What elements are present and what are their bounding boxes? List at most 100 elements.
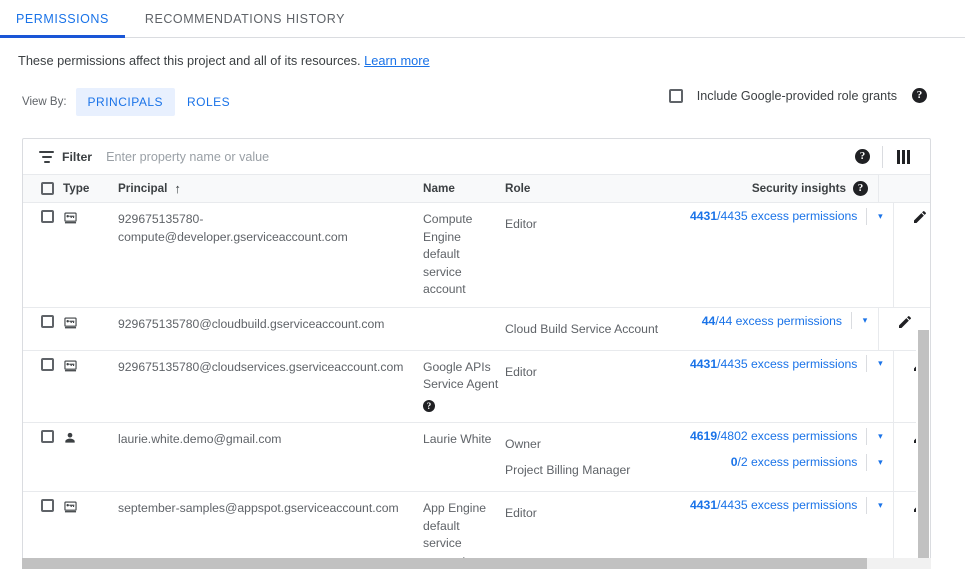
tab-bar: PERMISSIONS RECOMMENDATIONS HISTORY xyxy=(0,0,965,38)
principal-cell: 929675135780-compute@developer.gservicea… xyxy=(118,203,423,307)
security-insight-row: 4619/4802 excess permissions ▾ xyxy=(690,423,893,449)
excess-permissions-link[interactable]: 44/44 excess permissions xyxy=(702,314,842,328)
security-insight-row: 0/2 excess permissions ▾ xyxy=(690,449,893,475)
chevron-down-icon[interactable]: ▾ xyxy=(867,458,893,467)
excess-permissions-link[interactable]: 4431/4435 excess permissions xyxy=(690,498,857,512)
column-header-actions xyxy=(878,175,930,202)
filter-bar: Filter ? xyxy=(23,139,930,175)
security-insights-cell: 4431/4435 excess permissions ▾ xyxy=(690,203,893,307)
name-cell: Compute Engine default service account xyxy=(423,203,505,307)
sort-ascending-icon[interactable]: ↑ xyxy=(174,182,181,195)
row-checkbox[interactable] xyxy=(41,430,54,443)
excess-permissions-link[interactable]: 0/2 excess permissions xyxy=(731,455,858,469)
column-header-security-insights[interactable]: Security insights ? xyxy=(690,181,878,196)
table-header-row: Type Principal ↑ Name Role Security insi… xyxy=(23,175,930,203)
chevron-down-icon[interactable]: ▾ xyxy=(867,359,893,368)
column-header-principal[interactable]: Principal ↑ xyxy=(118,180,423,198)
filter-bar-actions: ? xyxy=(855,139,930,174)
principal-cell: september-samples@appspot.gserviceaccoun… xyxy=(118,492,423,560)
security-insights-cell: 4431/4435 excess permissions ▾ xyxy=(690,351,893,423)
view-by-roles-button[interactable]: ROLES xyxy=(175,88,242,116)
service-account-icon xyxy=(63,203,118,307)
row-select-cell xyxy=(23,308,63,350)
service-account-icon xyxy=(63,308,118,350)
view-by-label: View By: xyxy=(22,96,67,108)
name-cell: Google APIs Service Agent? xyxy=(423,351,505,423)
include-google-grants-label: Include Google-provided role grants xyxy=(697,89,897,103)
chevron-down-icon[interactable]: ▾ xyxy=(867,212,893,221)
filter-help-icon[interactable]: ? xyxy=(855,149,870,164)
chevron-down-icon[interactable]: ▾ xyxy=(867,432,893,441)
security-insight-row: 4431/4435 excess permissions ▾ xyxy=(690,203,893,229)
table-vertical-scrollbar[interactable] xyxy=(916,330,930,560)
permissions-table-card: Filter ? Type Principal ↑ Name Role Secu… xyxy=(22,138,931,560)
role-label: Owner xyxy=(505,431,684,457)
table-body: 929675135780-compute@developer.gservicea… xyxy=(23,203,930,560)
security-insight-row: 4431/4435 excess permissions ▾ xyxy=(690,351,893,377)
user-icon xyxy=(63,423,118,491)
security-insights-help-icon[interactable]: ? xyxy=(853,181,868,196)
columns-icon[interactable] xyxy=(895,149,912,164)
description-text: These permissions affect this project an… xyxy=(18,53,361,68)
row-checkbox[interactable] xyxy=(41,499,54,512)
row-checkbox[interactable] xyxy=(41,210,54,223)
tab-recommendations-history-label: RECOMMENDATIONS HISTORY xyxy=(145,12,345,26)
table-row: laurie.white.demo@gmail.comLaurie WhiteO… xyxy=(23,423,930,492)
view-by-row: View By: PRINCIPALS ROLES Include Google… xyxy=(0,70,965,116)
tab-permissions-label: PERMISSIONS xyxy=(16,12,109,26)
filter-input[interactable] xyxy=(106,150,855,164)
security-insights-cell: 44/44 excess permissions ▾ xyxy=(690,308,878,350)
chevron-down-icon[interactable]: ▾ xyxy=(852,316,878,325)
service-account-icon xyxy=(63,492,118,560)
filter-label: Filter xyxy=(62,150,92,164)
name-help-icon[interactable]: ? xyxy=(423,400,435,412)
principal-cell: 929675135780@cloudbuild.gserviceaccount.… xyxy=(118,308,423,350)
learn-more-link[interactable]: Learn more xyxy=(364,53,429,68)
role-label: Editor xyxy=(505,500,684,526)
edit-permissions-button[interactable] xyxy=(893,203,931,307)
horizontal-scrollbar-thumb[interactable] xyxy=(22,558,867,569)
google-grants-group: Include Google-provided role grants ? xyxy=(669,88,927,103)
select-all-cell xyxy=(23,182,63,195)
column-header-name[interactable]: Name xyxy=(423,180,505,198)
excess-permissions-link[interactable]: 4431/4435 excess permissions xyxy=(690,209,857,223)
tab-permissions[interactable]: PERMISSIONS xyxy=(0,0,125,37)
column-header-role[interactable]: Role xyxy=(505,182,690,195)
column-header-security-insights-label: Security insights xyxy=(752,182,846,195)
service-account-icon xyxy=(63,351,118,423)
row-checkbox[interactable] xyxy=(41,358,54,371)
name-cell: App Engine default service account xyxy=(423,492,505,560)
role-label: Editor xyxy=(505,211,684,237)
filter-divider xyxy=(882,146,883,168)
security-insights-cell: 4619/4802 excess permissions▾0/2 excess … xyxy=(690,423,893,491)
view-by-principals-button[interactable]: PRINCIPALS xyxy=(76,88,175,116)
select-all-checkbox[interactable] xyxy=(41,182,54,195)
google-grants-help-icon[interactable]: ? xyxy=(912,88,927,103)
excess-permissions-link[interactable]: 4619/4802 excess permissions xyxy=(690,429,857,443)
principal-cell: 929675135780@cloudservices.gserviceaccou… xyxy=(118,351,423,423)
role-cell: Editor xyxy=(505,492,690,560)
row-select-cell xyxy=(23,423,63,491)
table-row: 929675135780@cloudservices.gserviceaccou… xyxy=(23,351,930,424)
table-row: september-samples@appspot.gserviceaccoun… xyxy=(23,492,930,560)
horizontal-scrollbar[interactable] xyxy=(22,558,931,569)
row-select-cell xyxy=(23,203,63,307)
filter-icon xyxy=(39,151,54,163)
excess-permissions-link[interactable]: 4431/4435 excess permissions xyxy=(690,357,857,371)
column-header-principal-label: Principal xyxy=(118,180,167,198)
role-cell: Editor xyxy=(505,203,690,307)
role-cell: Cloud Build Service Account xyxy=(505,308,690,350)
row-checkbox[interactable] xyxy=(41,315,54,328)
tab-recommendations-history[interactable]: RECOMMENDATIONS HISTORY xyxy=(125,0,361,37)
table-row: 929675135780@cloudbuild.gserviceaccount.… xyxy=(23,308,930,351)
table-vertical-scrollbar-thumb[interactable] xyxy=(918,330,929,560)
name-cell: Laurie White xyxy=(423,423,505,491)
role-label: Project Billing Manager xyxy=(505,457,684,483)
name-cell xyxy=(423,308,505,350)
column-header-type[interactable]: Type xyxy=(63,182,118,195)
include-google-grants-checkbox[interactable] xyxy=(669,89,683,103)
role-cell: Editor xyxy=(505,351,690,423)
role-label: Editor xyxy=(505,359,684,385)
principal-cell: laurie.white.demo@gmail.com xyxy=(118,423,423,491)
chevron-down-icon[interactable]: ▾ xyxy=(867,501,893,510)
